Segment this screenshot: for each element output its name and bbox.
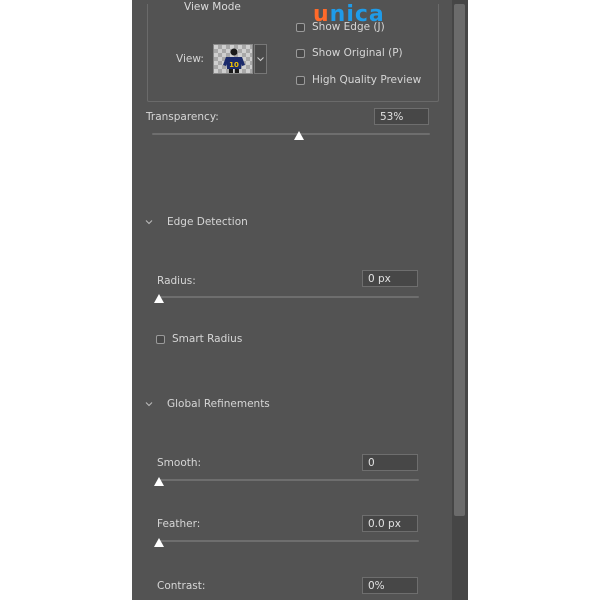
feather-label: Feather: bbox=[157, 518, 201, 530]
global-refinements-header[interactable]: Global Refinements bbox=[145, 398, 270, 410]
unica-logo: unica bbox=[313, 2, 385, 27]
view-mode-title: View Mode bbox=[184, 1, 241, 13]
contrast-label: Contrast: bbox=[157, 580, 206, 592]
show-original-option[interactable]: Show Original (P) bbox=[296, 47, 403, 59]
smart-radius-option[interactable]: Smart Radius bbox=[156, 333, 242, 345]
view-mode-group: View Mode View: 10 Show Edge (J) Show Or… bbox=[147, 1, 439, 102]
smooth-input[interactable]: 0 bbox=[362, 454, 418, 471]
feather-input[interactable]: 0.0 px bbox=[362, 515, 418, 532]
high-quality-preview-option[interactable]: High Quality Preview bbox=[296, 74, 421, 86]
edge-detection-title: Edge Detection bbox=[167, 216, 248, 228]
show-edge-checkbox[interactable] bbox=[296, 22, 305, 32]
smart-radius-checkbox[interactable] bbox=[156, 334, 165, 344]
panel-scrollbar-thumb[interactable] bbox=[454, 4, 465, 516]
chevron-down-icon bbox=[145, 220, 153, 225]
radius-slider-track[interactable] bbox=[159, 296, 419, 298]
view-mode-dropdown-button[interactable] bbox=[254, 44, 267, 74]
high-quality-preview-checkbox[interactable] bbox=[296, 75, 305, 85]
global-refinements-title: Global Refinements bbox=[167, 398, 270, 410]
smart-radius-label: Smart Radius bbox=[172, 333, 243, 345]
smooth-slider-track[interactable] bbox=[159, 479, 419, 481]
chevron-down-icon bbox=[145, 402, 153, 407]
transparency-label: Transparency: bbox=[146, 111, 219, 123]
svg-text:10: 10 bbox=[229, 61, 239, 69]
transparency-input[interactable]: 53% bbox=[374, 108, 429, 125]
transparency-slider-thumb[interactable] bbox=[294, 131, 305, 140]
player-figure-icon: 10 bbox=[223, 48, 245, 73]
chevron-down-icon bbox=[257, 56, 264, 61]
smooth-slider-thumb[interactable] bbox=[154, 477, 164, 486]
high-quality-preview-label: High Quality Preview bbox=[312, 74, 422, 86]
radius-label: Radius: bbox=[157, 275, 196, 287]
view-mode-thumbnail[interactable]: 10 bbox=[213, 44, 253, 74]
properties-panel: View Mode View: 10 Show Edge (J) Show Or… bbox=[132, 0, 468, 600]
edge-detection-header[interactable]: Edge Detection bbox=[145, 216, 248, 228]
smooth-label: Smooth: bbox=[157, 457, 202, 469]
show-original-label: Show Original (P) bbox=[312, 47, 403, 59]
radius-slider-thumb[interactable] bbox=[154, 294, 164, 303]
feather-slider-track[interactable] bbox=[159, 540, 419, 542]
view-label: View: bbox=[176, 53, 204, 65]
contrast-input[interactable]: 0% bbox=[362, 577, 418, 594]
transparency-slider-track[interactable] bbox=[152, 133, 430, 135]
feather-slider-thumb[interactable] bbox=[154, 538, 164, 547]
radius-input[interactable]: 0 px bbox=[362, 270, 418, 287]
show-original-checkbox[interactable] bbox=[296, 48, 305, 58]
